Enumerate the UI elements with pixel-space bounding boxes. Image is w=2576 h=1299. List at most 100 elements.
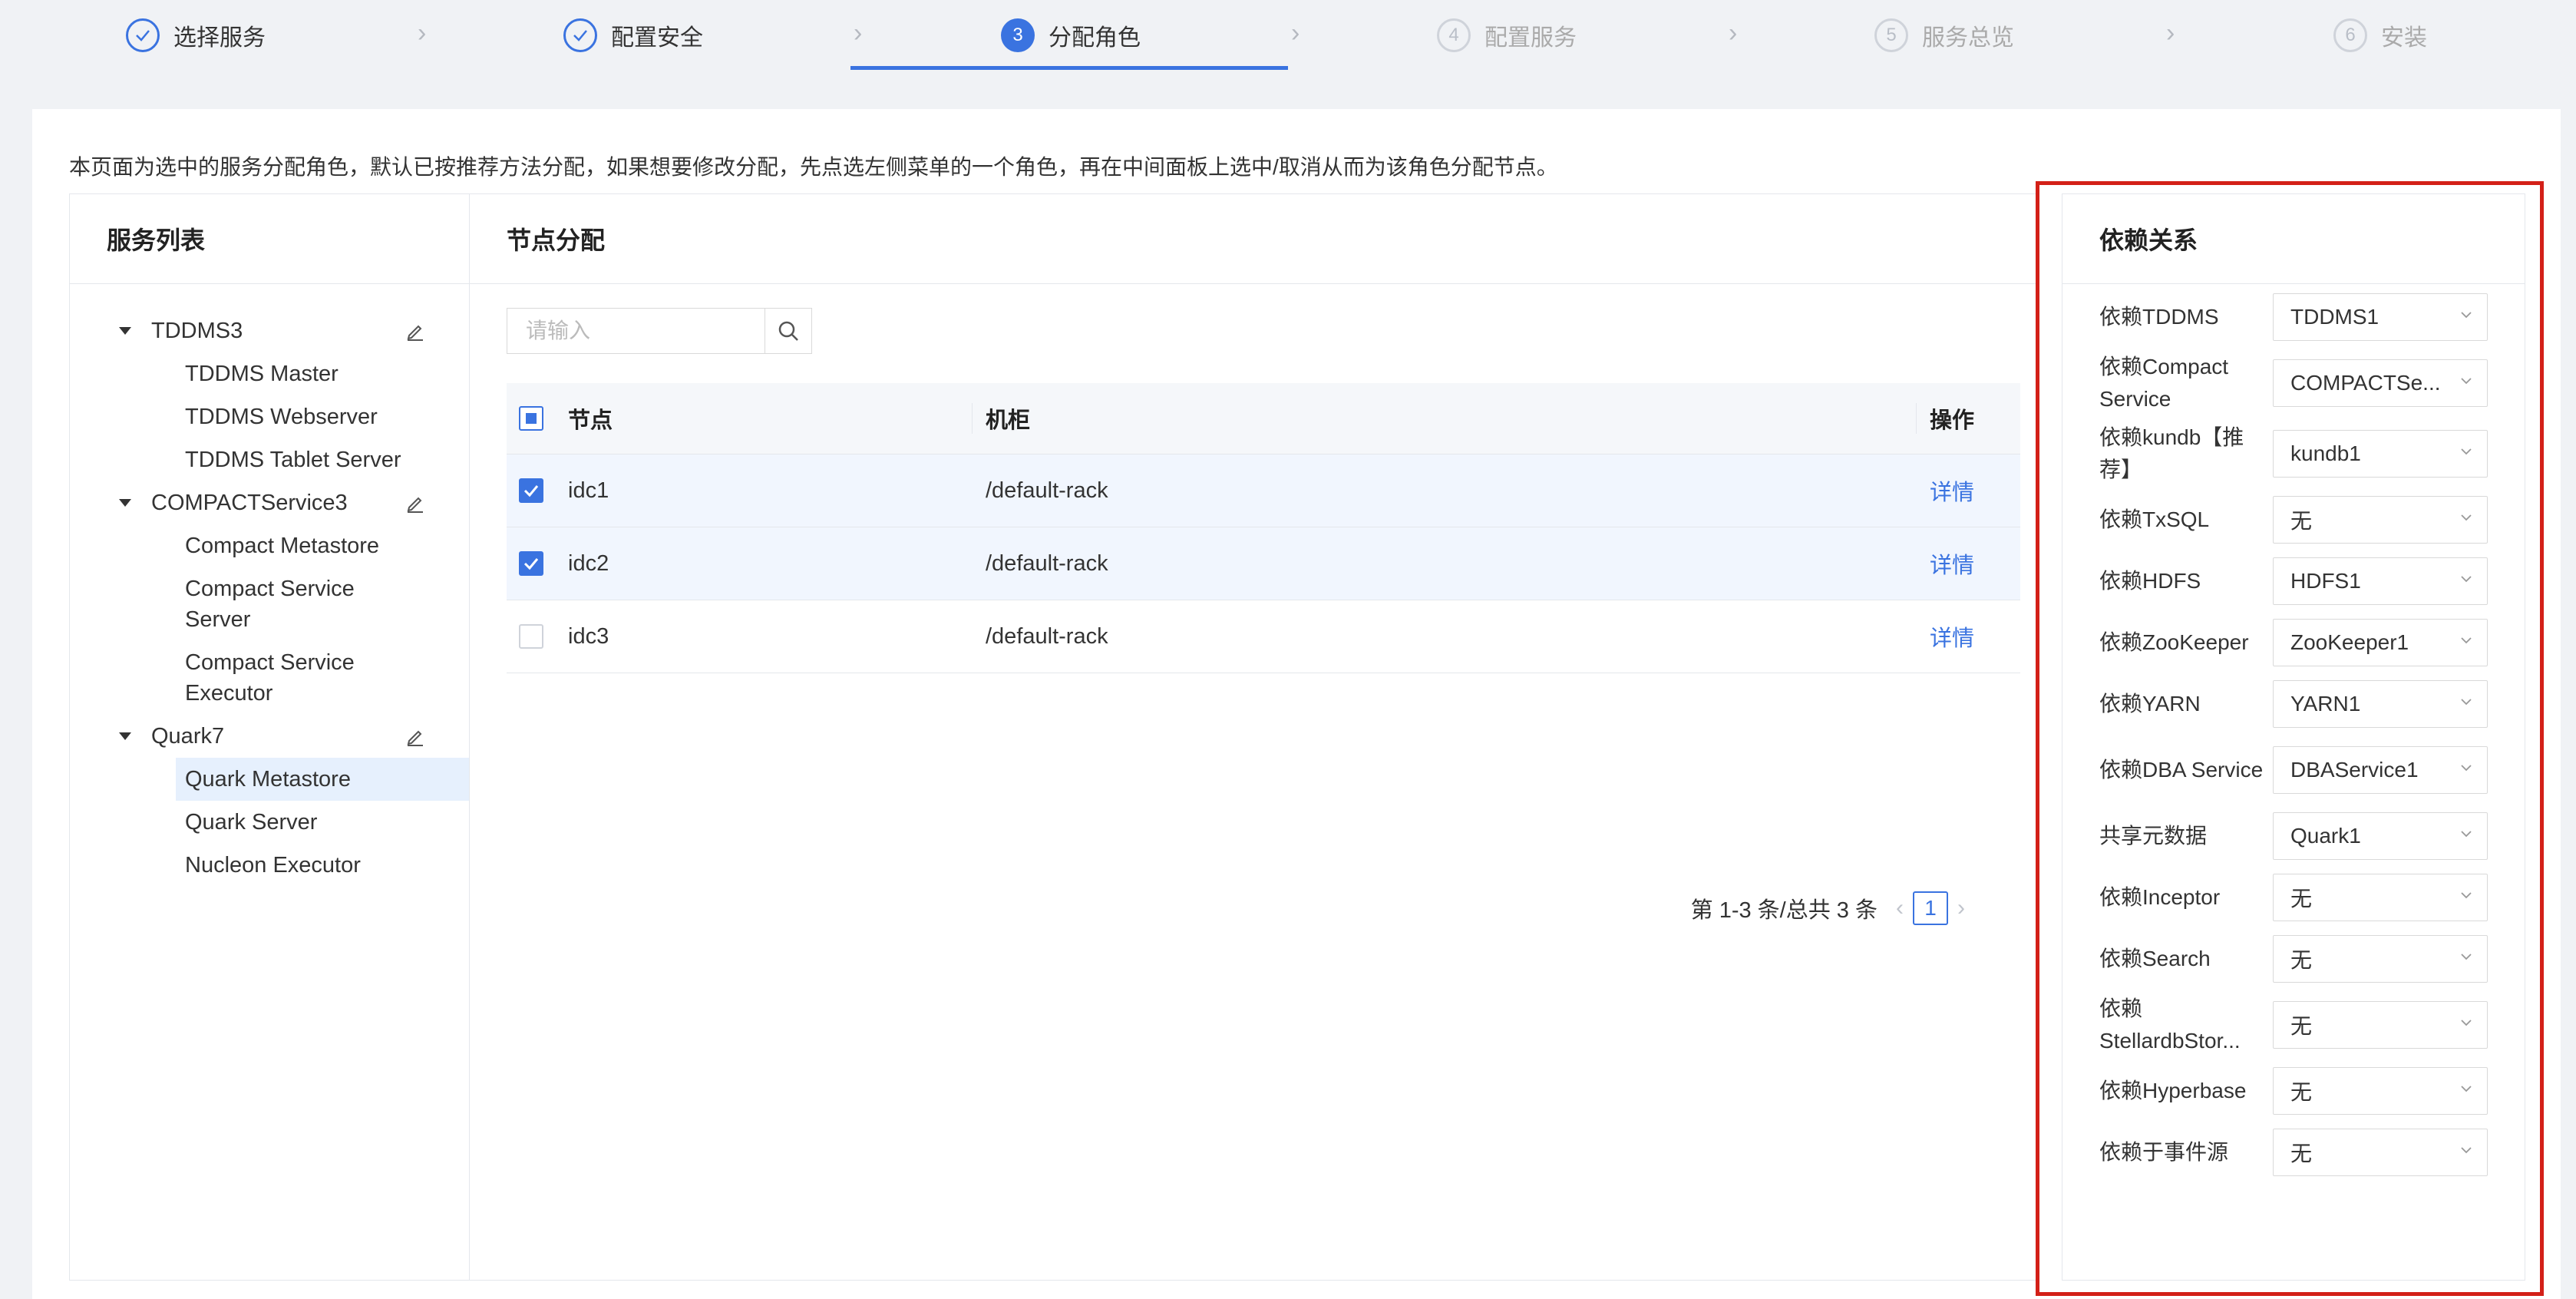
check-icon bbox=[563, 18, 597, 52]
step-configure-security[interactable]: 配置安全 bbox=[563, 14, 703, 57]
dependency-value: DBAService1 bbox=[2290, 758, 2419, 782]
row-checkbox[interactable] bbox=[519, 478, 543, 503]
tree-item-label: TDDMS Webserver bbox=[185, 405, 378, 429]
node-assignment-panel: 节点分配 节点 机柜 操作 idc1 /default-rack 详情 bbox=[469, 193, 2038, 1281]
dependency-label: 依赖HDFS bbox=[2099, 569, 2201, 593]
dependency-value: Quark1 bbox=[2290, 824, 2361, 848]
dependency-panel: 依赖关系 依赖TDDMS TDDMS1 依赖Compact Service COMPA… bbox=[2062, 193, 2525, 1281]
step-configure-services[interactable]: 4 配置服务 bbox=[1437, 14, 1577, 57]
dependency-row: 依赖TxSQL 无 bbox=[2062, 489, 2525, 550]
table-row[interactable]: idc1 /default-rack 详情 bbox=[507, 454, 2020, 527]
column-rack: 机柜 bbox=[986, 408, 1031, 433]
caret-down-icon[interactable] bbox=[119, 732, 131, 740]
chevron-right-icon[interactable]: › bbox=[1957, 895, 1965, 921]
tree-item[interactable]: Compact Metastore bbox=[185, 524, 492, 567]
tree-item[interactable]: TDDMS Tablet Server bbox=[185, 438, 492, 481]
dependency-label: 依赖ZooKeeper bbox=[2099, 630, 2249, 654]
cell-node: idc1 bbox=[568, 478, 609, 503]
dependency-select[interactable]: ZooKeeper1 bbox=[2273, 619, 2488, 666]
table-header: 节点 机柜 操作 bbox=[507, 383, 2020, 454]
active-step-indicator bbox=[850, 66, 1288, 70]
dependency-select[interactable]: 无 bbox=[2273, 874, 2488, 921]
step-label: 安装 bbox=[2381, 25, 2427, 51]
caret-down-icon[interactable] bbox=[119, 499, 131, 507]
pagination-summary: 第 1-3 条/总共 3 条 bbox=[1690, 898, 1878, 923]
dependency-value: 无 bbox=[2290, 1014, 2313, 1038]
tree-item-selected[interactable]: Quark Metastore bbox=[176, 758, 492, 801]
dependency-row: 依赖DBA Service DBAService1 bbox=[2062, 735, 2525, 805]
page-button[interactable]: 1 bbox=[1913, 891, 1948, 925]
dependency-select[interactable]: 无 bbox=[2273, 1129, 2488, 1176]
table-row[interactable]: idc2 /default-rack 详情 bbox=[507, 527, 2020, 600]
step-install[interactable]: 6 安装 bbox=[2333, 14, 2427, 57]
search-input[interactable] bbox=[507, 309, 773, 353]
table-row[interactable]: idc3 /default-rack 详情 bbox=[507, 600, 2020, 673]
details-link[interactable]: 详情 bbox=[1930, 547, 1974, 580]
dependency-select[interactable]: 无 bbox=[2273, 1001, 2488, 1049]
tree-group-compact[interactable]: COMPACTService3 bbox=[70, 481, 469, 524]
tree-item[interactable]: Quark Server bbox=[185, 801, 492, 844]
select-all-checkbox[interactable] bbox=[519, 406, 543, 431]
tree-item-label: Compact Service Server bbox=[185, 577, 355, 632]
step-label: 服务总览 bbox=[1922, 25, 2014, 51]
step-select-service[interactable]: 选择服务 bbox=[126, 14, 266, 57]
dependency-select[interactable]: DBAService1 bbox=[2273, 746, 2488, 794]
dependency-row: 依赖kundb【推荐】 kundb1 bbox=[2062, 418, 2525, 489]
edit-icon[interactable] bbox=[405, 492, 426, 514]
dependency-select[interactable]: 无 bbox=[2273, 935, 2488, 983]
details-link[interactable]: 详情 bbox=[1930, 474, 1974, 507]
dependency-select[interactable]: HDFS1 bbox=[2273, 557, 2488, 605]
step-number: 6 bbox=[2333, 18, 2367, 52]
edit-icon[interactable] bbox=[405, 320, 426, 342]
dependency-select[interactable]: 无 bbox=[2273, 1067, 2488, 1115]
dependency-select[interactable]: 无 bbox=[2273, 496, 2488, 544]
dependency-row: 依赖于事件源 无 bbox=[2062, 1122, 2525, 1183]
dependency-value: 无 bbox=[2290, 887, 2313, 911]
chevron-down-icon bbox=[2461, 1020, 2472, 1026]
dependency-label: 依赖于事件源 bbox=[2099, 1140, 2229, 1164]
dependency-select[interactable]: TDDMS1 bbox=[2273, 293, 2488, 341]
tree-item-label: Quark Server bbox=[185, 810, 318, 835]
chevron-left-icon[interactable]: ‹ bbox=[1896, 895, 1904, 921]
step-service-overview[interactable]: 5 服务总览 bbox=[1874, 14, 2014, 57]
dependency-select[interactable]: COMPACTSe... bbox=[2273, 359, 2488, 407]
tree-group-quark[interactable]: Quark7 bbox=[70, 715, 469, 758]
dependency-label: 依赖DBA Service bbox=[2099, 758, 2264, 782]
dependency-select[interactable]: YARN1 bbox=[2273, 680, 2488, 728]
dependency-value: 无 bbox=[2290, 1080, 2313, 1104]
tree-group-tddms[interactable]: TDDMS3 bbox=[70, 309, 469, 352]
tree-group-label: COMPACTService3 bbox=[151, 490, 348, 515]
details-link[interactable]: 详情 bbox=[1930, 620, 1974, 653]
dependency-label: 依赖Search bbox=[2099, 947, 2211, 970]
edit-icon[interactable] bbox=[405, 726, 426, 747]
dependency-select[interactable]: kundb1 bbox=[2273, 430, 2488, 478]
row-checkbox[interactable] bbox=[519, 551, 543, 576]
dependency-select[interactable]: Quark1 bbox=[2273, 812, 2488, 860]
dependency-value: COMPACTSe... bbox=[2290, 371, 2441, 395]
step-label: 分配角色 bbox=[1049, 25, 1141, 51]
step-label: 选择服务 bbox=[173, 25, 266, 51]
chevron-down-icon bbox=[2461, 831, 2472, 838]
tree-item[interactable]: TDDMS Webserver bbox=[185, 395, 492, 438]
check-icon bbox=[523, 558, 539, 570]
dependency-row: 依赖HDFS HDFS1 bbox=[2062, 550, 2525, 612]
dependency-label: 依赖Compact Service bbox=[2099, 355, 2229, 411]
tree-item[interactable]: Compact Service Executor bbox=[185, 641, 385, 715]
step-assign-roles[interactable]: 3 分配角色 bbox=[1001, 14, 1141, 57]
caret-down-icon[interactable] bbox=[119, 327, 131, 335]
tree-item[interactable]: TDDMS Master bbox=[185, 352, 492, 395]
pagination: 第 1-3 条/总共 3 条 ‹ 1 › bbox=[1691, 891, 1974, 925]
step-label: 配置服务 bbox=[1485, 25, 1577, 51]
dependency-label: 依赖YARN bbox=[2099, 692, 2201, 716]
tree-item[interactable]: Compact Service Server bbox=[185, 567, 385, 641]
chevron-down-icon bbox=[2461, 312, 2472, 319]
chevron-down-icon bbox=[2461, 954, 2472, 960]
tree-item[interactable]: Nucleon Executor bbox=[185, 844, 492, 887]
chevron-down-icon bbox=[2461, 765, 2472, 772]
dependency-value: 无 bbox=[2290, 948, 2313, 972]
chevron-down-icon bbox=[2461, 378, 2472, 385]
search-button[interactable] bbox=[765, 308, 812, 354]
dependency-row: 依赖StellardbStor... 无 bbox=[2062, 990, 2525, 1060]
row-checkbox[interactable] bbox=[519, 624, 543, 649]
panel-title: 服务列表 bbox=[70, 194, 469, 284]
